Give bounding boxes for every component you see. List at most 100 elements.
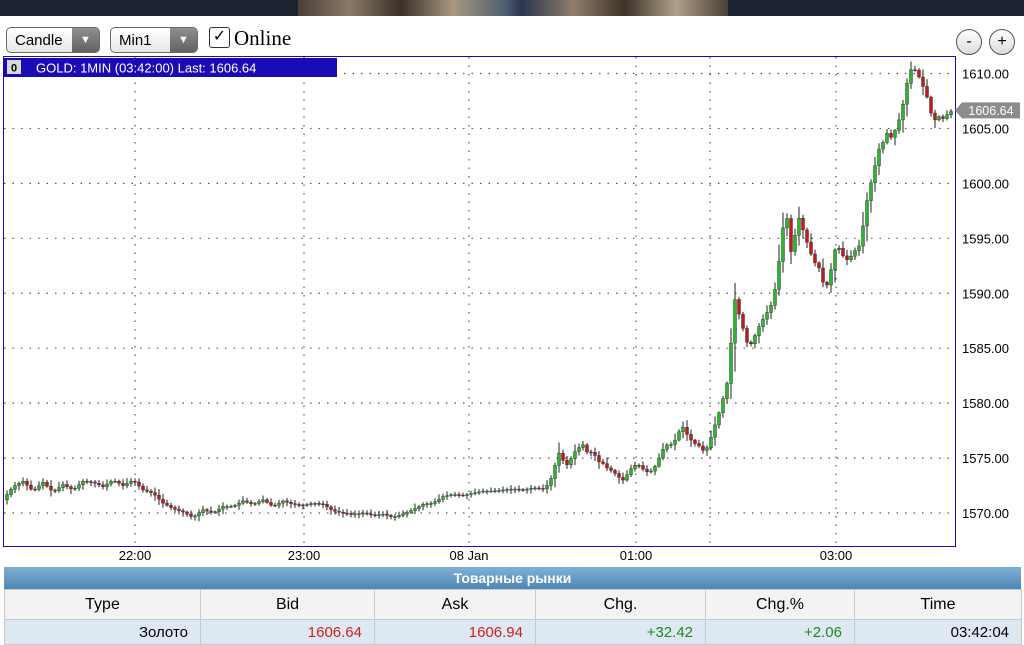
candle — [69, 484, 73, 495]
candle — [741, 311, 745, 332]
header-bid[interactable]: Bid — [200, 589, 375, 620]
candle-body — [809, 241, 813, 255]
candle — [637, 463, 641, 469]
candle-body — [301, 504, 305, 507]
candle — [289, 499, 293, 509]
candle — [233, 503, 237, 508]
candle-body — [353, 513, 357, 516]
candle-body — [245, 500, 249, 503]
candle-body — [437, 498, 441, 503]
candle — [225, 504, 229, 511]
candle-body — [641, 465, 645, 470]
candle-body — [701, 445, 705, 451]
price-chart[interactable]: 1570.00 1575.00 1580.00 1585.00 1590.00 1595.… — [0, 56, 1024, 568]
candle-body — [905, 83, 909, 105]
candle — [365, 510, 369, 516]
candle-body — [481, 490, 485, 493]
table-row[interactable]: Золото 1606.64 1606.94 +32.42 +2.06 03:4… — [4, 619, 1022, 645]
online-checkbox[interactable]: ✓ — [209, 27, 230, 48]
header-ask[interactable]: Ask — [374, 589, 536, 620]
candle-body — [697, 443, 701, 447]
candle — [913, 65, 917, 72]
candle-body — [833, 249, 837, 270]
candle — [597, 451, 601, 469]
candle — [481, 488, 485, 494]
cell-bid: 1606.64 — [200, 619, 375, 645]
candle — [129, 478, 133, 487]
candle-body — [673, 439, 677, 445]
candle — [797, 206, 801, 246]
candle-body — [849, 255, 853, 260]
candle — [785, 213, 789, 237]
x-tick-label: 23:00 — [288, 548, 321, 563]
candle-body — [165, 502, 169, 506]
zoom-out-button[interactable]: - — [956, 29, 982, 55]
candle — [673, 433, 677, 451]
candle-body — [201, 509, 205, 514]
candle — [689, 429, 693, 448]
header-chg[interactable]: Chg. — [535, 589, 706, 620]
y-tick-label: 1570.00 — [962, 506, 1009, 521]
candle-body — [405, 512, 409, 515]
header-chg-pct[interactable]: Chg.% — [705, 589, 855, 620]
candle-body — [145, 489, 149, 492]
candle — [473, 488, 477, 496]
candle — [709, 430, 713, 451]
candle — [773, 282, 777, 310]
candle-body — [425, 503, 429, 506]
candle-body — [805, 229, 809, 243]
header-time[interactable]: Time — [854, 589, 1022, 620]
candle-body — [85, 480, 89, 483]
zoom-in-button[interactable]: + — [989, 29, 1015, 55]
candle — [385, 509, 389, 520]
candle — [733, 282, 737, 372]
candle-body — [829, 269, 833, 286]
candle-body — [309, 503, 313, 505]
candle — [217, 504, 221, 517]
candle-body — [685, 427, 689, 435]
candle — [869, 179, 873, 213]
candle — [729, 328, 733, 400]
candle-body — [525, 488, 529, 491]
candle-body — [633, 465, 637, 470]
candle — [357, 510, 361, 519]
plot-frame — [3, 56, 956, 547]
candle — [325, 500, 329, 511]
candle-body — [409, 510, 413, 513]
candle — [857, 239, 861, 256]
candle — [509, 485, 513, 494]
candle-body — [109, 481, 113, 485]
candle — [873, 157, 877, 192]
candle — [777, 244, 781, 296]
chart-grid — [4, 57, 955, 546]
candle — [249, 499, 253, 507]
candle-body — [257, 501, 261, 504]
candle-body — [349, 513, 353, 515]
candle-body — [153, 492, 157, 496]
candle-body — [393, 516, 397, 518]
candle — [925, 79, 929, 99]
candle-body — [281, 500, 285, 504]
candle — [113, 478, 117, 483]
header-type[interactable]: Type — [4, 589, 201, 620]
x-axis-labels: 22:00 23:00 08 Jan 01:00 03:00 — [119, 548, 853, 563]
candle-body — [49, 486, 53, 491]
candle-body — [913, 69, 917, 71]
candle-body — [721, 398, 725, 414]
candle — [293, 499, 297, 508]
candle-body — [117, 480, 121, 484]
candle — [881, 140, 885, 154]
candle — [281, 499, 285, 508]
candle — [893, 129, 897, 146]
candle — [749, 340, 753, 347]
candle-body — [933, 112, 937, 121]
timeframe-dropdown[interactable]: Min1 ▼ — [110, 27, 198, 53]
candle-body — [769, 305, 773, 313]
candle-body — [713, 424, 717, 438]
chart-type-dropdown[interactable]: Candle ▼ — [6, 27, 100, 53]
candle — [261, 495, 265, 504]
candle — [525, 487, 529, 494]
candle-body — [925, 86, 929, 98]
candle — [561, 449, 565, 464]
online-label: Online — [234, 26, 292, 50]
